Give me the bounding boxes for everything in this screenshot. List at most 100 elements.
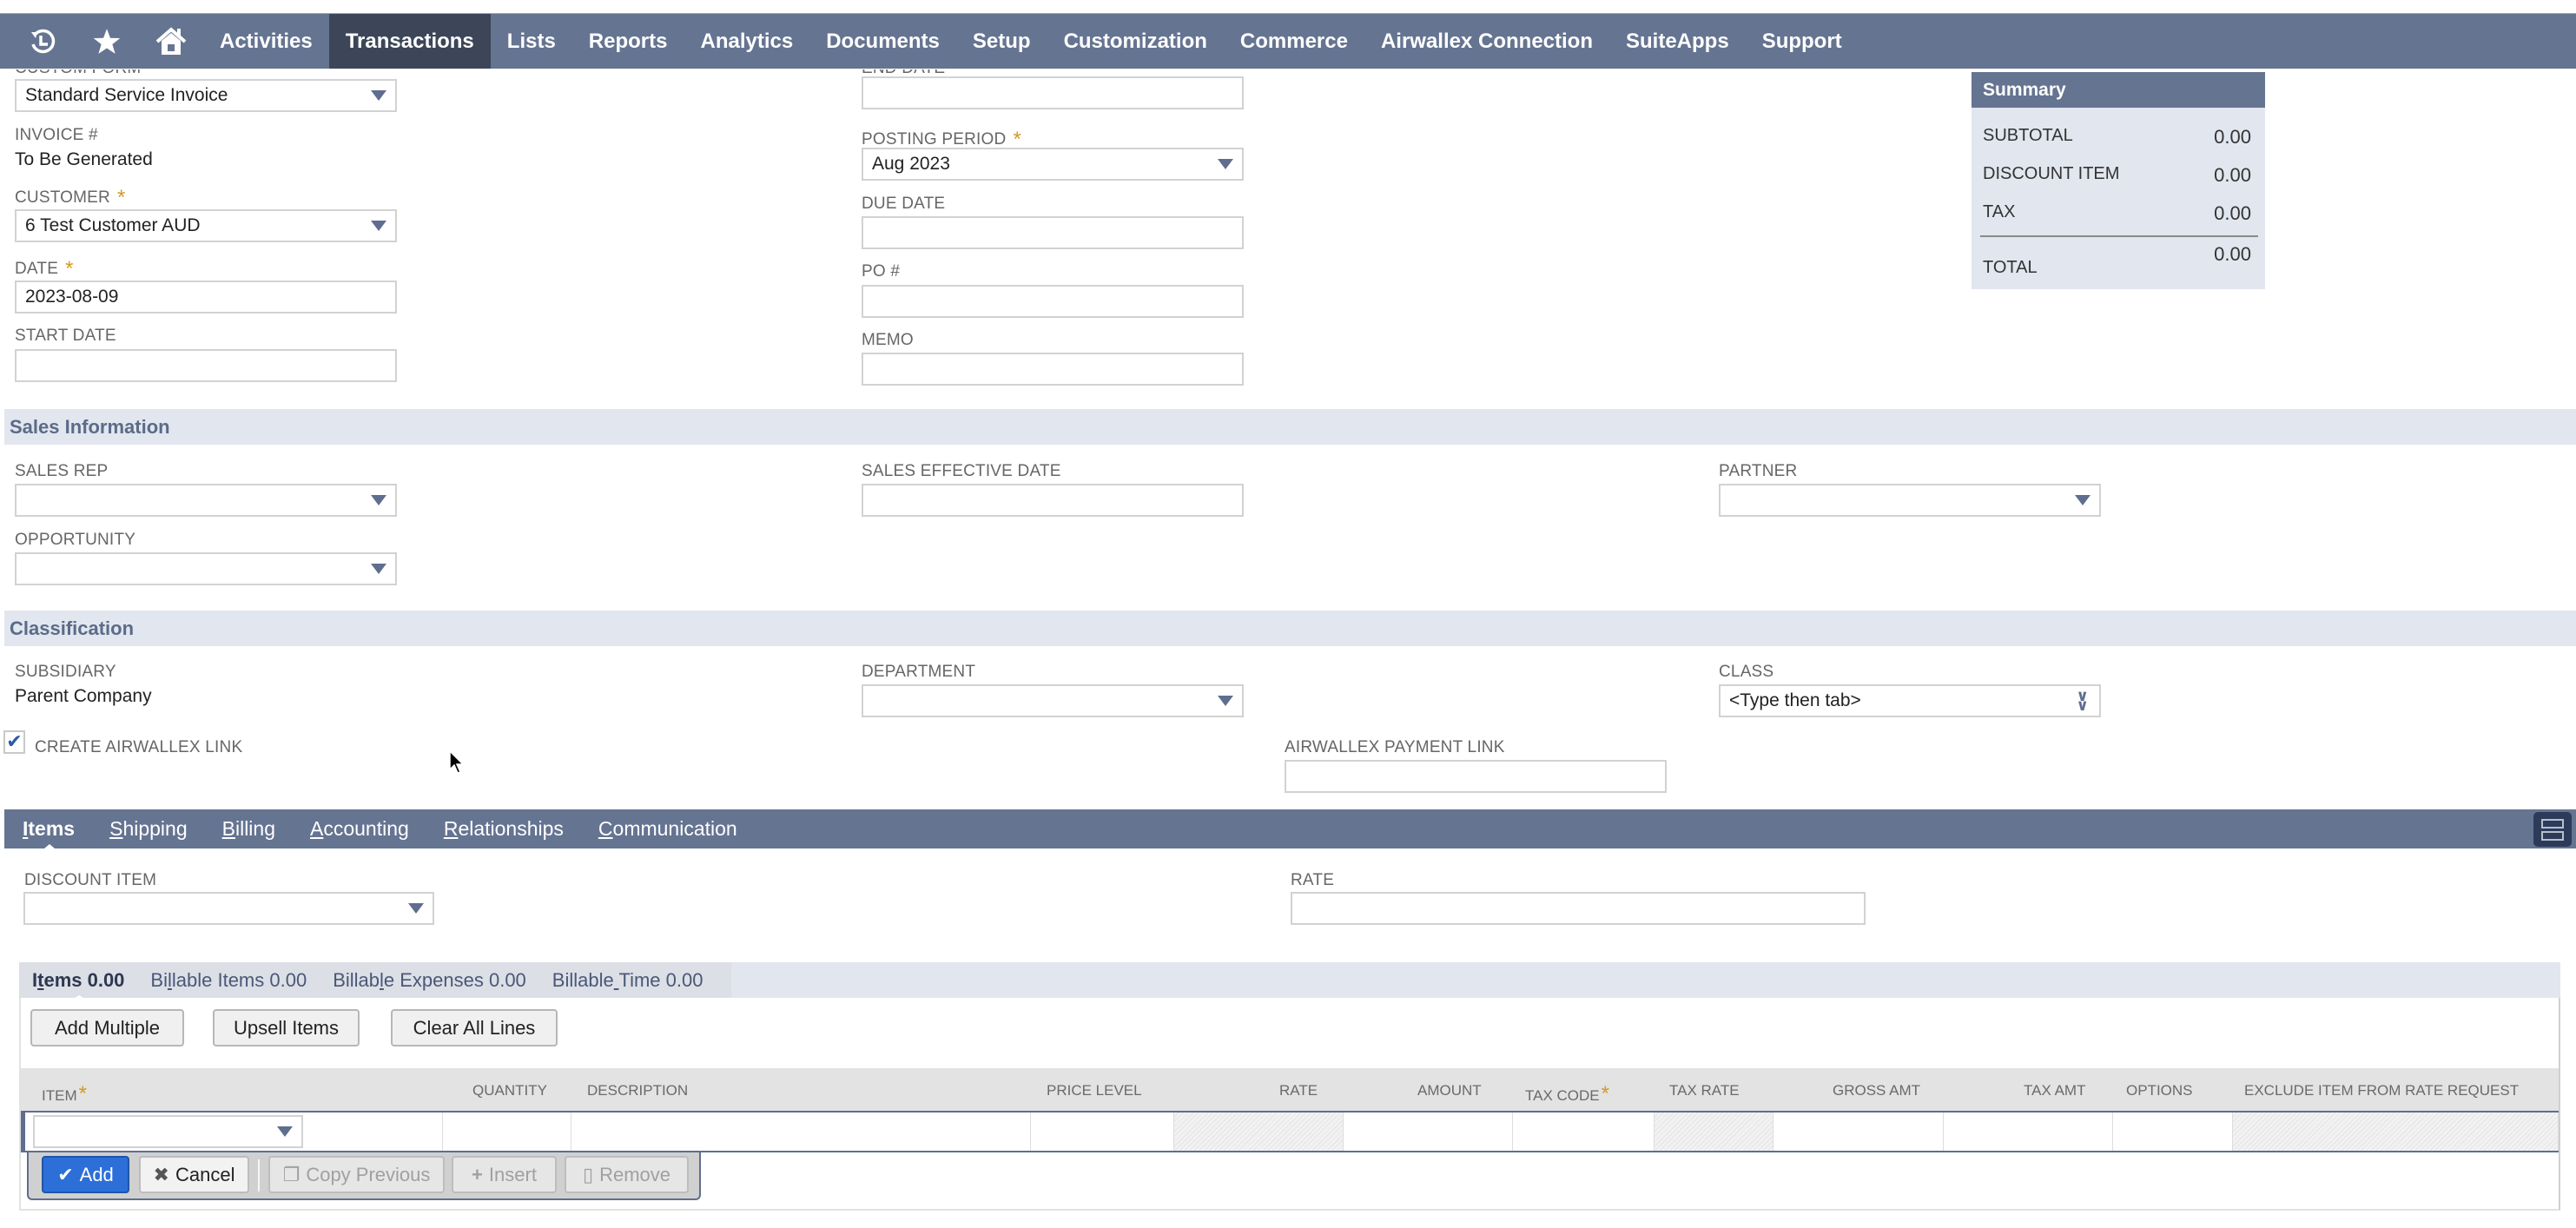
cell-price-level[interactable] — [1031, 1112, 1174, 1151]
machine-tab-billable-items[interactable]: Billable Items 0.00 — [137, 969, 320, 992]
cell-description[interactable] — [571, 1112, 1031, 1151]
custom-form-select[interactable]: Standard Service Invoice — [15, 79, 397, 112]
sales-rep-label: SALES REP — [15, 462, 109, 480]
nav-setup[interactable]: Setup — [956, 14, 1047, 69]
date-input[interactable]: 2023-08-09 — [15, 281, 397, 314]
col-tax-amt: TAX AMT — [2024, 1082, 2086, 1099]
item-select[interactable] — [33, 1115, 303, 1148]
machine-tab-billable-time[interactable]: Billable Time 0.00 — [539, 969, 717, 992]
po-number-input[interactable] — [862, 285, 1244, 318]
nav-commerce[interactable]: Commerce — [1224, 14, 1364, 69]
copy-icon: ❐ — [282, 1163, 301, 1185]
airwallex-payment-link-label: AIRWALLEX PAYMENT LINK — [1285, 738, 1505, 756]
nav-airwallex-connection[interactable]: Airwallex Connection — [1364, 14, 1609, 69]
nav-transactions[interactable]: Transactions — [328, 14, 491, 69]
checkmark-icon: ✔ — [6, 730, 23, 752]
end-date-input[interactable] — [862, 76, 1244, 109]
tab-text: Billab — [333, 968, 380, 991]
col-tax-code-label: TAX CODE — [1525, 1087, 1600, 1104]
subtab-billing[interactable]: Billing — [205, 817, 293, 841]
posting-period-select[interactable]: Aug 2023 — [862, 148, 1244, 181]
memo-input[interactable] — [862, 353, 1244, 386]
tab-text: Billable — [552, 968, 614, 991]
customer-select[interactable]: 6 Test Customer AUD — [15, 209, 397, 242]
toggle-layout-button[interactable] — [2533, 812, 2572, 847]
nav-activities[interactable]: Activities — [203, 14, 329, 69]
col-tax-code: TAX CODE* — [1525, 1082, 1609, 1106]
col-tax-rate: TAX RATE — [1669, 1082, 1740, 1099]
discount-item-label: DISCOUNT ITEM — [24, 871, 157, 889]
class-placeholder: <Type then tab> — [1729, 690, 1861, 710]
sales-effective-date-label: SALES EFFECTIVE DATE — [862, 462, 1061, 480]
cancel-line-button[interactable]: ✖ Cancel — [139, 1156, 249, 1193]
rate-input[interactable] — [1291, 892, 1866, 925]
class-select[interactable]: <Type then tab> ∨ ∨ — [1719, 684, 2101, 717]
discount-item-select[interactable] — [23, 892, 434, 925]
favorites-star-icon[interactable] — [75, 14, 139, 69]
nav-documents[interactable]: Documents — [809, 14, 956, 69]
cell-options[interactable] — [2113, 1112, 2233, 1151]
col-options: OPTIONS — [2126, 1082, 2193, 1099]
cell-tax-amt[interactable] — [1944, 1112, 2113, 1151]
nav-analytics[interactable]: Analytics — [684, 14, 809, 69]
home-icon[interactable] — [139, 14, 203, 69]
upsell-items-button[interactable]: Upsell Items — [213, 1009, 360, 1046]
posting-period-label: POSTING PERIOD * — [862, 126, 1021, 151]
checkmark-icon: ✔ — [57, 1163, 74, 1185]
customer-label: CUSTOMER * — [15, 184, 126, 209]
cell-tax-code[interactable] — [1513, 1112, 1655, 1151]
nav-customization[interactable]: Customization — [1047, 14, 1224, 69]
col-item: ITEM* — [42, 1082, 87, 1106]
clear-all-lines-button[interactable]: Clear All Lines — [391, 1009, 558, 1046]
chevron-down-icon — [371, 495, 386, 505]
create-airwallex-link-checkbox[interactable]: ✔ — [3, 730, 25, 754]
date-label-text: DATE — [15, 260, 59, 278]
col-amount: AMOUNT — [1417, 1082, 1482, 1099]
required-star-icon: * — [1601, 1082, 1609, 1106]
subtab-communication[interactable]: Communication — [581, 817, 755, 841]
nav-suiteapps[interactable]: SuiteApps — [1609, 14, 1746, 69]
cell-quantity[interactable] — [443, 1112, 571, 1151]
cancel-line-label: Cancel — [175, 1163, 235, 1185]
add-line-button[interactable]: ✔ Add — [42, 1156, 129, 1193]
subtab-relationships[interactable]: Relationships — [426, 817, 581, 841]
sales-effective-date-input[interactable] — [862, 484, 1244, 517]
sales-information-header[interactable]: Sales Information — [4, 409, 2576, 445]
recent-records-icon[interactable] — [10, 14, 75, 69]
machine-tab-billable-expenses[interactable]: Billable Expenses 0.00 — [320, 969, 539, 992]
due-date-input[interactable] — [862, 216, 1244, 249]
rate-label: RATE — [1291, 871, 1335, 889]
remove-line-button[interactable]: ▯ Remove — [565, 1156, 689, 1193]
opportunity-select[interactable] — [15, 552, 397, 585]
chevron-down-icon — [371, 221, 386, 231]
double-chevron-down-icon: ∨ ∨ — [2076, 687, 2089, 714]
sales-rep-select[interactable] — [15, 484, 397, 517]
nav-lists[interactable]: Lists — [491, 14, 572, 69]
add-multiple-button[interactable]: Add Multiple — [30, 1009, 184, 1046]
cell-gross-amt[interactable] — [1773, 1112, 1944, 1151]
cell-item — [25, 1112, 443, 1151]
subtab-accounting[interactable]: Accounting — [293, 817, 426, 841]
cell-amount[interactable] — [1344, 1112, 1513, 1151]
summary-discount-row: DISCOUNT ITEM 0.00 — [1983, 164, 2251, 187]
subtab-items[interactable]: Items — [4, 817, 92, 841]
nav-support[interactable]: Support — [1746, 14, 1859, 69]
subtab-shipping[interactable]: Shipping — [92, 817, 205, 841]
insert-line-button[interactable]: + Insert — [452, 1156, 557, 1193]
machine-tab-items[interactable]: Items 0.00 — [19, 969, 137, 1003]
posting-period-label-text: POSTING PERIOD — [862, 130, 1007, 149]
sales-information-title: Sales Information — [10, 416, 170, 438]
plus-icon: + — [472, 1163, 483, 1185]
classification-header[interactable]: Classification — [4, 611, 2576, 646]
start-date-input[interactable] — [15, 349, 397, 382]
nav-reports[interactable]: Reports — [572, 14, 684, 69]
tab-text: Time 0.00 — [618, 968, 703, 991]
chevron-down-icon — [2075, 495, 2091, 505]
copy-previous-button[interactable]: ❐ Copy Previous — [268, 1156, 445, 1193]
layout-stacked-icon-lower — [2541, 830, 2564, 841]
summary-box: Summary SUBTOTAL 0.00 DISCOUNT ITEM 0.00… — [1972, 72, 2265, 289]
airwallex-payment-link-input[interactable] — [1285, 760, 1667, 793]
department-select[interactable] — [862, 684, 1244, 717]
summary-tax-value: 0.00 — [2214, 202, 2251, 224]
partner-select[interactable] — [1719, 484, 2101, 517]
